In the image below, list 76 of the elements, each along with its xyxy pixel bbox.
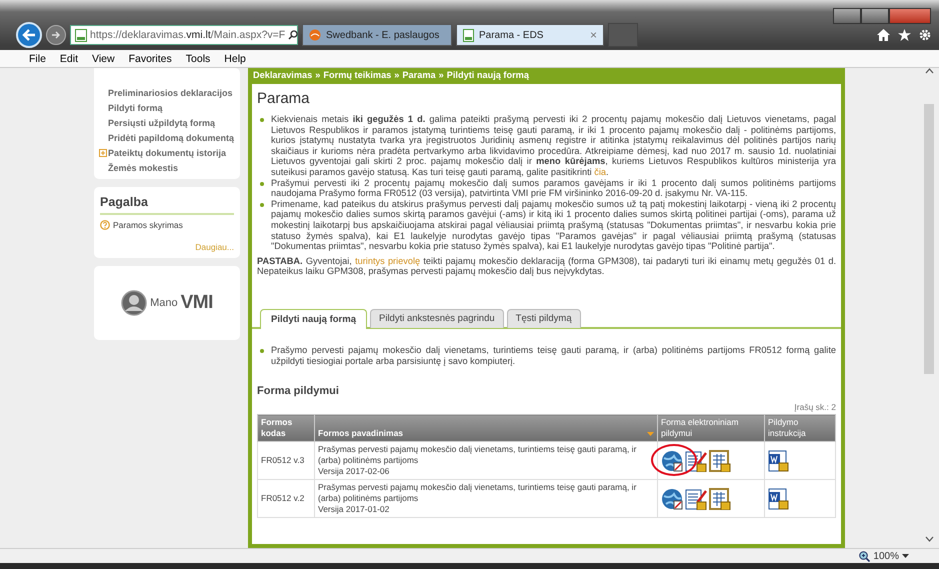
form-name: Prašymas pervesti pajamų mokesčio dalį vienetams, turintiems teisę gauti paramą, ir (arba) politinėms partijoms <box>318 482 638 504</box>
restore-button[interactable] <box>861 8 889 24</box>
star-icon[interactable] <box>898 29 911 41</box>
dropdown-caret-icon[interactable] <box>902 554 909 558</box>
sidebar-link[interactable]: Preliminariosios deklaracijos <box>108 88 233 98</box>
paragraph: Primename, kad pateikus du atskirus prašymus pervesti dalį pajamų mokesčio sumos už tą patį mokestinį laikotarpį - vieną iki 2 procentų pajamų mokesčio dalies sumos skirtą paramos gavėjui (-ams) ir kitą iki 1 procento dalies sumos skirtą politinei partijai (-oms), parama už mokestinį laikotarpį bus apskaičiuojama atskirai pagal vėliausiai priimtą prašymą (statusas "Dokumentas priimtas", ir nesvarbu kokia prie statuso žymės spalva), kai E1 laukelyje nurodytas gavėjo tipas "Paramos gavėjas" ir pagal vėliausiai priimtą prašymą (statusas "Dokumentas priimtas", nesvarbu kokia prie statuso žymės spalva), kai E1 laukelyje nurodytas gavėjo tipas "Politinė partija". <box>271 198 836 252</box>
paragraph: Kiekvienais metais iki gegužės 1 d. galima pateikti prašymą pervesti iki 2 procentų pajamų mokesčio dalį Lietuvos vienetams, pagal Lietuvos Respublikos ir paramos įstatymą turintiems teisę gauti paramą, ir iki 1 procento pajamų mokesčio dalį - politinėms partijoms, kurios įstatymų nustatyta tvarka yra įregistruotos Juridinių asmenų registre ir atitinka įstatymų reikalavimus dėl politinės partijos narių skaičiaus ir kurioms nėra pradėta pertvarkymo arba likvidavimo procedūra. Atkreipiame dėmesį, kad nuo 2017 m. sausio 1d. nuolatiniai Lietuvos gyventojai gali skirti 2 proc. pajamų mokesčio dalį ir meno kūrėjams, kuriems Lietuvos Respublikos kultūros ministerija yra suteikusi paramos gavėjo statusą. Kas turi teisę gauti paramą, galite pasitikrinti čia. <box>271 114 836 178</box>
menu-item[interactable]: Edit <box>52 52 86 64</box>
paragraph: Prašymui pervesti iki 2 procentų pajamų mokesčio dalį sumos paramos gavėjams ir iki 1 procento dalį sumos politinėms partijoms naudojama Prašymo forma FR0512 (03 versija), patvirtinta VMI prie FM viršininko 2016-09-20 d. įsakymu Nr. VA-115. <box>271 178 836 199</box>
forward-button[interactable] <box>46 25 66 45</box>
browser-tab[interactable]: Parama - EDS × <box>456 24 604 46</box>
word-document-icon[interactable] <box>768 488 789 510</box>
menu-item[interactable]: Favorites <box>122 52 179 64</box>
breadcrumb-separator: » <box>315 70 320 80</box>
site-logo-icon[interactable] <box>309 29 321 41</box>
form-version: Versija 2017-01-02 <box>318 504 390 516</box>
spreadsheet-icon[interactable] <box>709 450 731 472</box>
tab[interactable]: Tęsti pildymą <box>506 308 581 328</box>
chevron-up-icon[interactable] <box>924 68 934 74</box>
browser-tab[interactable]: Swedbank - E. paslaugos <box>302 24 452 46</box>
spreadsheet-icon[interactable] <box>709 488 731 510</box>
person-circle-icon[interactable] <box>121 290 148 316</box>
url-text: https://deklaravimas.vmi.lt/Main.aspx?v=F <box>90 29 286 41</box>
chevron-down-icon[interactable] <box>924 536 934 542</box>
zoom-icon[interactable] <box>859 550 870 562</box>
sidebar-link[interactable]: Pildyti formą <box>108 103 163 113</box>
table-cell: FR0512 v.2 <box>258 480 314 518</box>
form-edit-icon[interactable] <box>685 488 707 510</box>
sidebar-link[interactable]: Pateiktų dokumentų istorija <box>99 148 226 158</box>
table-cell: FR0512 v.3 <box>258 442 314 480</box>
home-icon[interactable] <box>877 29 890 41</box>
menu-item[interactable]: Help <box>217 52 253 64</box>
form-version: Versija 2017-02-06 <box>318 466 390 478</box>
breadcrumb-separator: » <box>394 70 400 80</box>
page-icon[interactable] <box>463 28 474 42</box>
sidebar-link[interactable]: Persiųsti užpildytą formą <box>108 118 216 128</box>
column-header: Forma elektroniniam pildymui <box>658 414 764 442</box>
sidebar-link[interactable]: Žemės mokestis <box>108 163 178 173</box>
form-edit-icon[interactable] <box>685 450 707 472</box>
globe-edit-icon[interactable] <box>661 488 683 510</box>
help-title: Pagalba <box>100 195 234 215</box>
column-header: Pildymo instrukcija <box>764 414 836 442</box>
search-icon[interactable] <box>288 30 298 40</box>
close-tab-icon[interactable]: × <box>590 28 597 42</box>
form-name: Prašymas pervesti pajamų mokesčio dalį vienetams, turintiems teisę gauti paramą, ir (arba) politinėms partijoms <box>318 444 638 466</box>
section-title: Forma pildymui <box>257 386 340 397</box>
page-icon[interactable] <box>75 28 87 42</box>
word-document-icon[interactable] <box>768 450 789 472</box>
menu-item[interactable]: View <box>85 52 122 64</box>
arrow-left-icon[interactable] <box>22 29 36 41</box>
tab[interactable]: Pildyti naują formą <box>260 308 367 329</box>
back-button[interactable] <box>16 22 42 48</box>
note-paragraph: PASTABA. Gyventojai, turintys prievolę teikti pajamų mokesčio deklaraciją (forma GPM308), tai padaryti turi iki einamų metų gegužės 01 d. Nepateikus laiku GPM308, prašymas pervesti pajamų mokesčio dalį bus neįvykdytas. <box>257 256 836 277</box>
bullet-icon <box>260 202 264 207</box>
zoom-control[interactable]: 100% <box>859 550 909 562</box>
scrollbar-thumb[interactable] <box>924 104 934 374</box>
logo[interactable]: Mano VMI <box>121 290 213 316</box>
bullet-icon <box>260 348 264 353</box>
record-count: Įrašų sk.: 2 <box>793 402 836 412</box>
bullet-icon <box>260 118 264 122</box>
page-title: Parama <box>257 90 311 108</box>
settings-icon[interactable] <box>919 29 931 41</box>
close-button[interactable] <box>889 8 931 24</box>
tab[interactable]: Pildyti ankstesnės pagrindu <box>370 308 504 328</box>
menu-item[interactable]: File <box>22 52 53 64</box>
paragraph: Prašymo pervesti pajamų mokesčio dalį vienetams, turintiems teisę gauti paramą, ir (arba) politinėms partijoms FR0512 formą galite užpildyti tiesiogiai portale arba parsisiuntę į savo kompiuterį. <box>271 344 836 366</box>
sidebar-link[interactable]: Pridėti papildomą dokumentą <box>108 133 234 143</box>
column-header[interactable]: Formos pavadinimas <box>314 414 658 442</box>
menu-item[interactable]: Tools <box>178 52 218 64</box>
bullet-icon <box>260 182 264 186</box>
globe-edit-icon[interactable] <box>661 450 683 472</box>
breadcrumb-separator: » <box>438 70 444 80</box>
column-header: Formos kodas <box>258 414 314 442</box>
help-link[interactable]: Paramos skyrimas <box>100 220 234 230</box>
minimize-button[interactable] <box>833 8 861 24</box>
arrow-right-icon[interactable] <box>51 31 61 39</box>
